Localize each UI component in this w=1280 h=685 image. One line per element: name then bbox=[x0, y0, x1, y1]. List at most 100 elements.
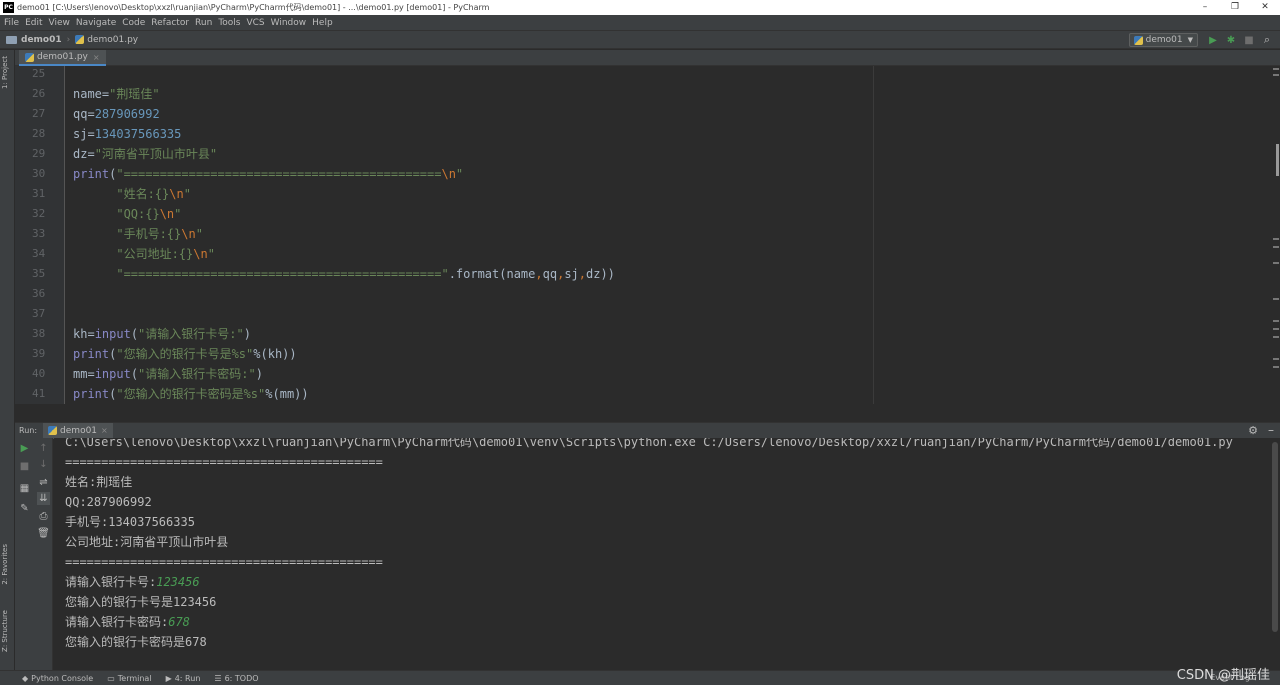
code-token: 134037566335 bbox=[94, 127, 182, 141]
arrow-up-icon[interactable]: ↑ bbox=[37, 442, 50, 455]
scroll-marker bbox=[1273, 366, 1279, 368]
console-output-text: 请输入银行卡密码: bbox=[65, 615, 169, 629]
code-token: sj bbox=[564, 267, 579, 281]
code-editor[interactable]: name="荆瑶佳" qq=287906992 sj=134037566335 dz=… bbox=[66, 66, 1280, 404]
code-token: input bbox=[94, 367, 131, 381]
menu-edit[interactable]: Edit bbox=[25, 18, 42, 28]
todo-button[interactable]: ☰ 6: TODO bbox=[214, 674, 258, 683]
project-tool-button[interactable]: 1: Project bbox=[1, 56, 9, 89]
minimize-button[interactable]: – bbox=[1190, 0, 1220, 15]
menu-tools[interactable]: Tools bbox=[218, 18, 240, 28]
close-icon[interactable]: × bbox=[93, 53, 100, 62]
list-icon: ☰ bbox=[214, 673, 222, 683]
run-console[interactable]: C:\Users\lenovo\Desktop\xxzl\ruanjian\Py… bbox=[54, 438, 1270, 670]
layout-icon[interactable]: ▦ bbox=[18, 482, 31, 495]
console-line: 姓名:荆瑶佳 bbox=[65, 472, 132, 492]
scroll-to-end-icon[interactable]: ⇊ bbox=[37, 492, 50, 505]
terminal-button[interactable]: ▭ Terminal bbox=[107, 674, 151, 683]
arrow-down-icon[interactable]: ↓ bbox=[37, 458, 50, 471]
csdn-watermark: CSDN @荆瑶佳 bbox=[1176, 668, 1270, 683]
breadcrumb-separator: › bbox=[66, 34, 71, 45]
scroll-marker bbox=[1273, 320, 1279, 322]
restore-button[interactable]: ❐ bbox=[1220, 0, 1250, 15]
code-token: ) bbox=[255, 367, 263, 381]
code-token: \n bbox=[159, 207, 175, 221]
code-token: = bbox=[87, 127, 95, 141]
menu-window[interactable]: Window bbox=[271, 18, 307, 28]
menu-refactor[interactable]: Refactor bbox=[151, 18, 189, 28]
run-configuration-dropdown[interactable]: demo01 ▼ bbox=[1128, 33, 1198, 47]
python-console-button[interactable]: ◆ Python Console bbox=[22, 674, 93, 683]
rerun-icon[interactable]: ▶ bbox=[18, 442, 31, 455]
line-number: 39 bbox=[32, 347, 46, 360]
console-line: 您输入的银行卡号是123456 bbox=[65, 592, 216, 612]
code-token: .format(name bbox=[448, 267, 536, 281]
menu-view[interactable]: View bbox=[49, 18, 70, 28]
menu-file[interactable]: File bbox=[4, 18, 19, 28]
python-icon: ◆ bbox=[22, 673, 29, 683]
close-icon[interactable]: × bbox=[101, 426, 108, 435]
code-token: " bbox=[207, 247, 215, 261]
console-output-text: 您输入的银行卡密码是678 bbox=[65, 635, 207, 649]
search-icon[interactable]: ⌕ bbox=[1260, 33, 1274, 47]
console-scrollbar[interactable] bbox=[1270, 438, 1280, 670]
gear-icon[interactable]: ⚙ bbox=[1248, 424, 1258, 437]
console-output-text: 公司地址:河南省平顶山市叶县 bbox=[65, 535, 229, 549]
console-line: ========================================… bbox=[65, 452, 383, 472]
trash-icon[interactable]: 🗑 bbox=[37, 527, 50, 540]
run-tool-button[interactable]: ▶ 4: Run bbox=[166, 674, 201, 683]
menu-code[interactable]: Code bbox=[122, 18, 145, 28]
code-line: "姓名:{}\n" bbox=[73, 184, 191, 204]
code-line: "公司地址:{}\n" bbox=[73, 244, 215, 264]
code-token: print bbox=[73, 167, 110, 181]
stop-icon[interactable]: ■ bbox=[18, 460, 31, 473]
line-number: 40 bbox=[32, 367, 46, 380]
scroll-thumb[interactable] bbox=[1276, 144, 1279, 176]
console-output-text: 请输入银行卡号: bbox=[65, 575, 157, 589]
code-line: print("您输入的银行卡号是%s"%(kh)) bbox=[73, 344, 297, 364]
stop-icon[interactable]: ■ bbox=[1242, 33, 1256, 47]
code-token: \n bbox=[193, 247, 208, 261]
breadcrumb-project[interactable]: demo01 bbox=[6, 35, 62, 45]
code-token: ) bbox=[243, 327, 251, 341]
code-token: \n bbox=[169, 187, 184, 201]
favorites-tool-button[interactable]: 2: Favorites bbox=[1, 544, 9, 585]
scroll-marker bbox=[1273, 246, 1279, 248]
run-icon[interactable]: ▶ bbox=[1206, 33, 1220, 47]
navigation-bar: demo01 › demo01.py demo01 ▼ ▶ ✱ ■ ⌕ bbox=[0, 30, 1280, 49]
hide-panel-icon[interactable]: – bbox=[1268, 423, 1274, 437]
print-icon[interactable]: ⎙ bbox=[37, 510, 50, 523]
line-number: 41 bbox=[32, 387, 46, 400]
run-toolbar-secondary: ↑ ↓ ⇌ ⇊ ⎙ 🗑 bbox=[34, 438, 53, 670]
scroll-marker bbox=[1273, 262, 1279, 264]
python-file-icon bbox=[1133, 35, 1143, 45]
menu-navigate[interactable]: Navigate bbox=[76, 18, 116, 28]
code-token: " bbox=[195, 227, 203, 241]
code-token: = bbox=[87, 147, 95, 161]
menu-vcs[interactable]: VCS bbox=[246, 18, 264, 28]
console-output-text: QQ:287906992 bbox=[65, 495, 152, 509]
run-tab-demo01[interactable]: demo01 × bbox=[43, 422, 113, 439]
breadcrumb-file[interactable]: demo01.py bbox=[75, 35, 138, 45]
console-scroll-thumb[interactable] bbox=[1272, 442, 1278, 632]
terminal-icon: ▭ bbox=[107, 673, 115, 683]
menu-run[interactable]: Run bbox=[195, 18, 212, 28]
code-token: "请输入银行卡号:" bbox=[138, 327, 244, 341]
console-output-text: 您输入的银行卡号是123456 bbox=[65, 595, 217, 609]
console-line: QQ:287906992 bbox=[65, 492, 152, 512]
code-token: ( bbox=[130, 327, 139, 341]
console-output-text: 姓名:荆瑶佳 bbox=[65, 475, 133, 489]
code-token: qq bbox=[542, 267, 558, 281]
editor-scrollbar[interactable] bbox=[1270, 66, 1280, 404]
pin-icon[interactable]: ✎ bbox=[18, 502, 31, 515]
line-number: 37 bbox=[32, 307, 46, 320]
menu-help[interactable]: Help bbox=[312, 18, 333, 28]
debug-icon[interactable]: ✱ bbox=[1224, 33, 1238, 47]
scroll-marker bbox=[1273, 298, 1279, 300]
code-line: "QQ:{}\n" bbox=[73, 204, 181, 224]
soft-wrap-icon[interactable]: ⇌ bbox=[37, 476, 50, 489]
chevron-down-icon: ▼ bbox=[1187, 36, 1193, 44]
code-token: dz)) bbox=[586, 267, 615, 281]
structure-tool-button[interactable]: Z: Structure bbox=[1, 610, 9, 652]
close-button[interactable]: ✕ bbox=[1250, 0, 1280, 15]
